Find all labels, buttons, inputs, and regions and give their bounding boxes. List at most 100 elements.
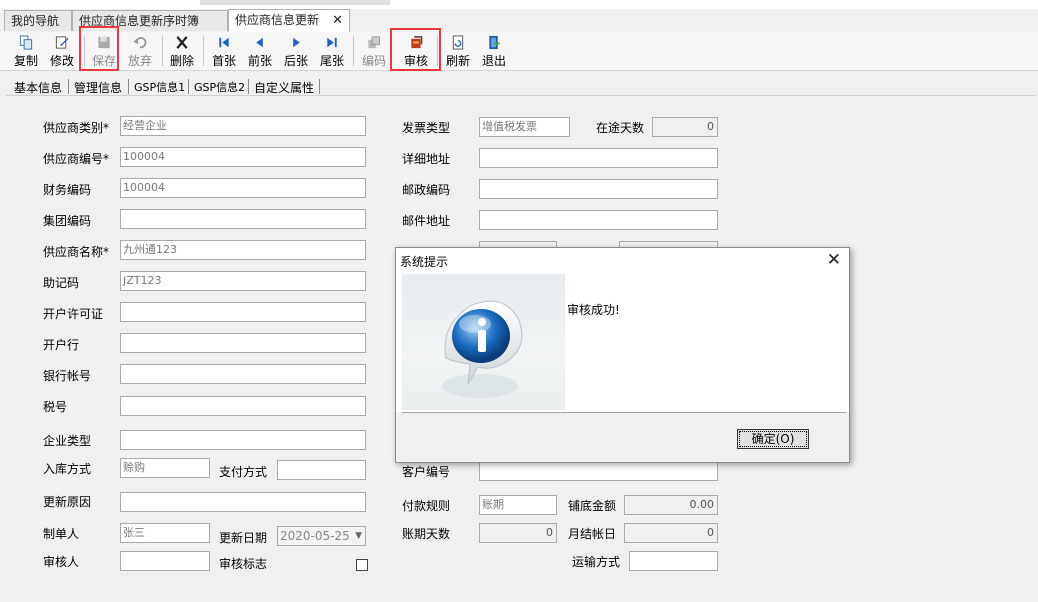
credit-days-field[interactable]: 0 — [479, 523, 557, 543]
address-field[interactable] — [479, 148, 718, 168]
creator-field[interactable]: 张三 — [120, 523, 210, 543]
update-reason-label: 更新原因 — [43, 495, 92, 509]
supplier-name-field[interactable]: 九州通123 — [120, 240, 366, 260]
info-illustration — [402, 274, 565, 410]
toolbar-separator — [203, 36, 204, 66]
payment-rule-label: 付款规则 — [402, 499, 451, 513]
license-field[interactable] — [120, 302, 366, 322]
edit-icon — [55, 36, 69, 49]
bank-account-label: 银行帐号 — [43, 369, 92, 383]
update-date-picker[interactable]: 2020-05-25 ▼ — [277, 526, 366, 546]
exit-icon — [489, 35, 500, 50]
month-close-label: 月结帐日 — [568, 527, 617, 541]
edit-label: 修改 — [49, 54, 74, 68]
update-date-label: 更新日期 — [219, 531, 268, 545]
subtab-separator — [319, 79, 320, 94]
subtab-management[interactable]: 管理信息 — [74, 79, 122, 96]
mail-address-field[interactable] — [479, 210, 718, 230]
prev-icon — [256, 37, 263, 48]
discard-button[interactable]: 放弃 — [124, 34, 156, 68]
save-highlight — [79, 26, 119, 71]
toolbar-separator — [162, 36, 163, 66]
base-amount-field[interactable]: 0.00 — [624, 495, 718, 515]
encode-button[interactable]: 编码 — [358, 34, 390, 68]
subtab-basic[interactable]: 基本信息 — [14, 79, 62, 96]
supplier-type-field[interactable]: 经营企业 — [120, 116, 366, 136]
month-close-field[interactable]: 0 — [624, 523, 718, 543]
copy-button[interactable]: 复制 — [10, 34, 42, 68]
stock-in-label: 入库方式 — [43, 462, 92, 476]
postcode-label: 邮政编码 — [402, 183, 451, 197]
bank-account-field[interactable] — [120, 364, 366, 384]
copy-label: 复制 — [13, 54, 38, 68]
exit-button[interactable]: 退出 — [478, 34, 510, 68]
pay-method-label: 支付方式 — [219, 465, 268, 479]
delete-label: 删除 — [169, 54, 194, 68]
tax-no-field[interactable] — [120, 396, 366, 416]
ok-button[interactable]: 确定(O) — [737, 429, 809, 449]
address-label: 详细地址 — [402, 152, 451, 166]
bank-field[interactable] — [120, 333, 366, 353]
close-icon[interactable]: ✕ — [827, 250, 841, 270]
supplier-code-field[interactable]: 100004 — [120, 147, 366, 167]
mail-address-label: 邮件地址 — [402, 214, 451, 228]
encode-label: 编码 — [361, 54, 386, 68]
supplier-type-label: 供应商类别* — [43, 121, 110, 135]
subtab-underline — [6, 95, 1036, 96]
group-code-field[interactable] — [120, 209, 366, 229]
update-date-value: 2020-05-25 — [280, 529, 350, 543]
refresh-button[interactable]: 刷新 — [442, 34, 474, 68]
update-reason-field[interactable] — [120, 492, 366, 512]
supplier-name-label: 供应商名称* — [43, 245, 110, 259]
invoice-type-label: 发票类型 — [402, 121, 451, 135]
system-message-dialog: 系统提示 ✕ 审核成功! 确定(O) — [395, 247, 850, 463]
tab-label: 我的导航 — [11, 14, 60, 28]
pay-method-field[interactable] — [277, 460, 366, 480]
next-button[interactable]: 后张 — [280, 34, 312, 68]
audit-flag-checkbox[interactable] — [356, 559, 368, 571]
next-icon — [293, 37, 300, 48]
stock-in-field[interactable]: 赊购 — [120, 458, 210, 478]
tab-my-navigation[interactable]: 我的导航 — [4, 10, 72, 31]
last-button[interactable]: 尾张 — [316, 34, 348, 68]
base-amount-label: 铺底金额 — [568, 499, 617, 513]
refresh-icon — [452, 35, 464, 50]
transport-field[interactable] — [629, 551, 718, 571]
subtab-gsp2[interactable]: GSP信息2 — [194, 79, 245, 95]
prev-button[interactable]: 前张 — [244, 34, 276, 68]
first-icon — [219, 37, 229, 48]
refresh-label: 刷新 — [445, 54, 470, 68]
transit-days-field[interactable]: 0 — [652, 117, 718, 137]
discard-label: 放弃 — [127, 54, 152, 68]
subtab-custom[interactable]: 自定义属性 — [254, 79, 314, 96]
dialog-divider — [402, 412, 846, 413]
mnemonic-label: 助记码 — [43, 276, 80, 290]
finance-code-field[interactable]: 100004 — [120, 178, 366, 198]
delete-button[interactable]: 删除 — [166, 34, 198, 68]
tax-no-label: 税号 — [43, 400, 68, 414]
info-icon — [442, 300, 523, 398]
mnemonic-field[interactable]: JZT123 — [120, 271, 366, 291]
transit-days-label: 在途天数 — [596, 121, 645, 135]
postcode-field[interactable] — [479, 179, 718, 199]
last-label: 尾张 — [319, 54, 344, 68]
auditor-field[interactable] — [120, 551, 210, 571]
copy-icon — [19, 35, 33, 50]
edit-button[interactable]: 修改 — [46, 34, 78, 68]
subtab-gsp1[interactable]: GSP信息1 — [134, 79, 185, 95]
subtab-separator — [188, 79, 189, 94]
enterprise-type-label: 企业类型 — [43, 434, 92, 448]
bank-label: 开户行 — [43, 338, 80, 352]
payment-rule-field[interactable]: 账期 — [479, 495, 557, 515]
customer-no-label: 客户编号 — [402, 465, 451, 479]
enterprise-type-field[interactable] — [120, 430, 366, 450]
invoice-type-field[interactable]: 增值税发票 — [479, 117, 570, 137]
tab-close-icon[interactable]: ✕ — [332, 10, 343, 31]
chevron-down-icon[interactable]: ▼ — [355, 527, 362, 545]
first-button[interactable]: 首张 — [208, 34, 240, 68]
license-label: 开户许可证 — [43, 307, 104, 321]
audit-flag-label: 审核标志 — [219, 557, 268, 571]
subtab-separator — [68, 79, 69, 94]
customer-no-field[interactable] — [479, 461, 718, 481]
tab-supplier-update[interactable]: 供应商信息更新 ✕ — [228, 9, 350, 32]
